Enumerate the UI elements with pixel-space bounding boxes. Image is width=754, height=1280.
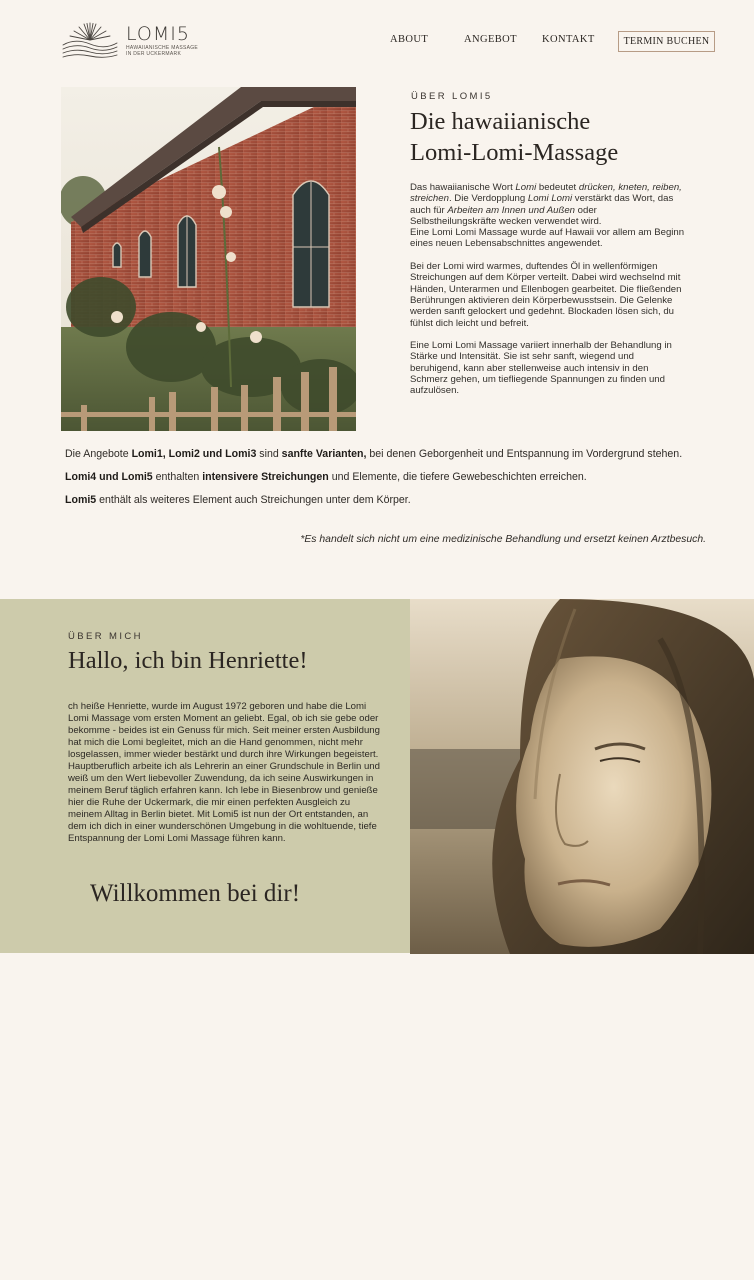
medical-disclaimer: *Es handelt sich nicht um eine medizinis… (300, 534, 706, 545)
offer-names: Lomi1, Lomi2 und Lomi3 (131, 448, 257, 460)
page-title-line1: Die hawaiianische (410, 108, 591, 135)
brick-house-illustration (61, 87, 356, 431)
offer-highlight: intensivere Streichungen (202, 471, 329, 483)
about-paragraph-3: Eine Lomi Lomi Massage variiert innerhal… (410, 340, 672, 397)
text-run: bedeutet (536, 182, 579, 193)
site-header: LOMI5 HAWAIIANISCHE MASSAGE IN DER UCKER… (0, 0, 754, 84)
brand-tagline: HAWAIIANISCHE MASSAGE IN DER UCKERMARK (126, 45, 206, 57)
about-me-text: ch heiße Henriette, wurde im August 1972… (68, 701, 380, 844)
emphasis: Lomi Lomi (527, 193, 573, 205)
offer-names: Lomi5 (65, 494, 97, 506)
nav-link-about[interactable]: ABOUT (390, 34, 428, 45)
brand-tagline-line2: IN DER UCKERMARK (126, 51, 182, 57)
about-lomi-text: Das hawaiianische Wort Lomi bedeutet drü… (410, 182, 685, 408)
text-run: Das hawaiianische Wort (410, 182, 516, 193)
offer-line-gentle: Die Angebote Lomi1, Lomi2 und Lomi3 sind… (65, 448, 715, 461)
about-paragraph-2: Bei der Lomi wird warmes, duftendes Öl i… (410, 261, 682, 329)
about-paragraph-1: Das hawaiianische Wort Lomi bedeutet drü… (410, 182, 685, 250)
nav-link-kontakt[interactable]: KONTAKT (542, 34, 595, 45)
welcome-heading: Willkommen bei dir! (89, 880, 301, 907)
brand-name: LOMI5 (126, 23, 190, 45)
brick-house-photo (61, 87, 356, 431)
page-title: Die hawaiianische Lomi-Lomi-Massage (410, 106, 710, 168)
text-run: . Die Verdopplung (448, 193, 528, 205)
section-eyebrow: ÜBER LOMI5 (411, 91, 493, 102)
about-me-eyebrow: ÜBER MICH (68, 631, 143, 642)
offer-highlight: sanfte Varianten, (281, 448, 367, 460)
offer-names: Lomi4 und Lomi5 (65, 471, 153, 483)
portrait-illustration (410, 599, 754, 954)
offer-line-intense: Lomi4 und Lomi5 enthalten intensivere St… (65, 471, 715, 484)
sunrise-waves-icon (62, 22, 118, 58)
nav-link-angebot[interactable]: ANGEBOT (464, 34, 517, 45)
book-appointment-button[interactable]: TERMIN BUCHEN (618, 31, 715, 52)
text-run: Die Angebote (65, 448, 132, 460)
text-run: und Elemente, die tiefere Gewebeschichte… (328, 471, 587, 483)
text-run: enthalten (152, 471, 203, 483)
text-run: Eine Lomi Lomi Massage wurde auf Hawaii … (410, 227, 685, 250)
about-me-title: Hallo, ich bin Henriette! (68, 647, 308, 674)
offer-line-lomi5: Lomi5 enthält als weiteres Element auch … (65, 494, 715, 507)
page-title-line2: Lomi-Lomi-Massage (410, 139, 619, 166)
text-run: enthält als weiteres Element auch Streic… (96, 494, 411, 506)
text-run: sind (256, 448, 282, 460)
emphasis: Arbeiten am Innen und Außen (447, 204, 575, 216)
portrait-photo (410, 599, 754, 954)
text-run: bei denen Geborgenheit und Entspannung i… (366, 448, 683, 460)
emphasis: Lomi (515, 182, 537, 193)
brand-logo[interactable]: LOMI5 HAWAIIANISCHE MASSAGE IN DER UCKER… (60, 20, 200, 62)
